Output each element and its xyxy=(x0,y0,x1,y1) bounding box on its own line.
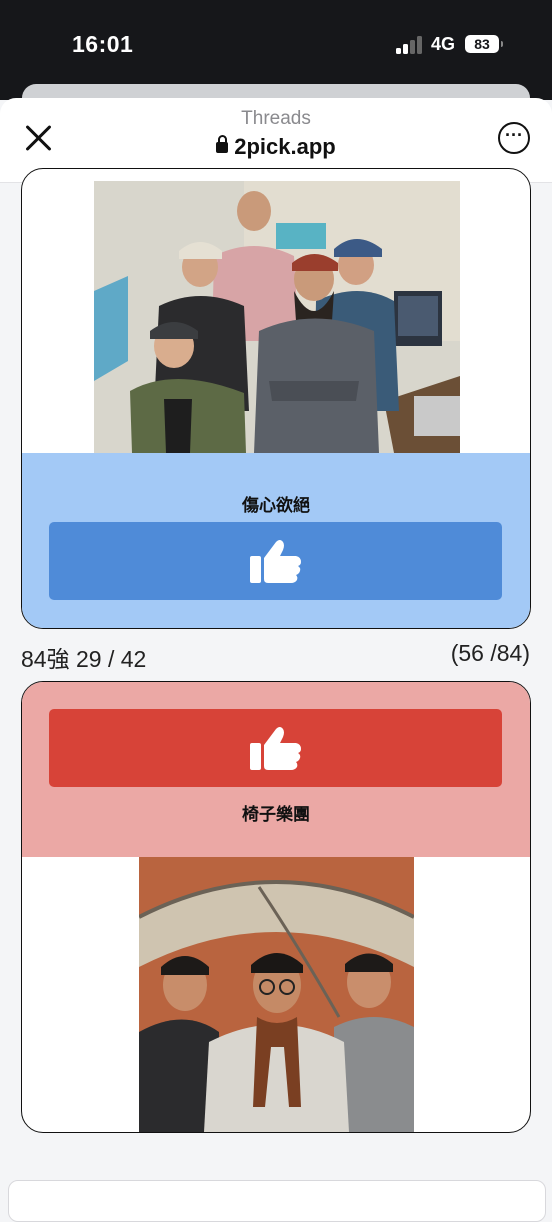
overall-progress: (56 /84) xyxy=(450,640,530,666)
lock-icon xyxy=(216,135,229,153)
source-title: Threads xyxy=(241,108,311,129)
battery-icon: 83 xyxy=(465,35,503,53)
round-progress: 84強 29 / 42 xyxy=(21,646,147,672)
network-type: 4G xyxy=(431,34,456,54)
vote-button-bottom[interactable] xyxy=(49,709,502,787)
candidate-card-bottom: 椅子樂團 xyxy=(21,681,531,1133)
signal-icon xyxy=(396,34,424,54)
vote-button-top[interactable] xyxy=(49,522,502,600)
thumbs-up-icon xyxy=(249,727,301,770)
candidate-photo-top xyxy=(94,181,460,453)
bottom-panel xyxy=(8,1180,546,1222)
url-text: 2pick.app xyxy=(234,134,336,159)
candidate-name-top: 傷心欲絕 xyxy=(242,496,310,515)
candidate-card-top: 傷心欲絕 xyxy=(21,168,531,629)
more-icon[interactable]: ··· xyxy=(498,122,530,154)
candidate-name-bottom: 椅子樂團 xyxy=(242,805,310,824)
candidate-photo-bottom xyxy=(139,857,414,1132)
thumbs-up-icon xyxy=(249,540,301,583)
status-time: 16:01 xyxy=(72,31,134,57)
url-display[interactable]: 2pick.app xyxy=(0,134,552,160)
